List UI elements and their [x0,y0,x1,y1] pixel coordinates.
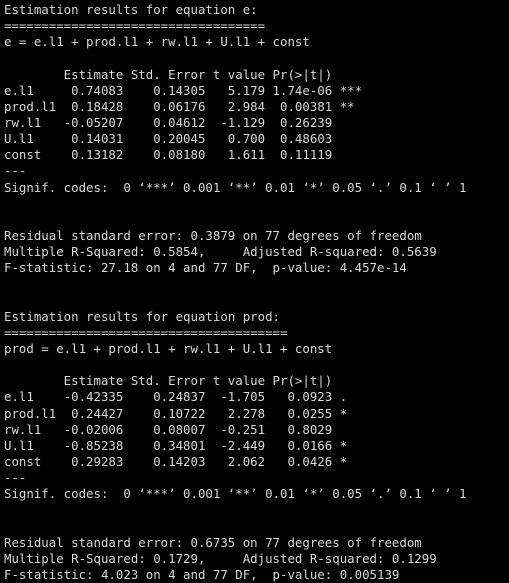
console-line-formula-prod: prod = e.l1 + prod.l1 + rw.l1 + U.l1 + c… [4,340,333,356]
console-line-blank [4,50,509,66]
console-line-blank [4,519,509,535]
table-row-prod-u-l1: U.l1 -0.85238 0.34801 -2.449 0.0166 * [4,437,348,453]
signif-codes-prod: Signif. codes: 0 ‘***’ 0.001 ‘**’ 0.01 ‘… [4,486,467,502]
console-line-header-prod: Estimation results for equation prod: [4,308,281,324]
table-row-prod-rw-l1: rw.l1 -0.02006 0.08007 -0.251 0.8029 [4,421,333,437]
console-line-blank [4,502,509,518]
table-row-prod-prod-l1: prod.l1 0.24427 0.10722 2.278 0.0255 * [4,405,348,421]
table-row-e-rw-l1: rw.l1 -0.05207 0.04612 -1.129 0.26239 [4,114,333,130]
console-line-blank [4,357,509,373]
console-line-blank [4,212,509,228]
table-row-prod-e-l1: e.l1 -0.42335 0.24837 -1.705 0.0923 . [4,389,348,405]
console-line-separator: --- [4,470,27,486]
console-line-divider-prod: ====================================== [4,324,288,340]
console-line-blank [4,293,509,309]
table-header-e: Estimate Std. Error t value Pr(>|t|) [4,66,333,82]
console-line-blank [4,196,509,212]
table-row-e-u-l1: U.l1 0.14031 0.20045 0.700 0.48603 [4,131,333,147]
residual-std-error-e: Residual standard error: 0.3879 on 77 de… [4,227,422,243]
signif-codes-e: Signif. codes: 0 ‘***’ 0.001 ‘**’ 0.01 ‘… [4,179,467,195]
residual-std-error-prod: Residual standard error: 0.6735 on 77 de… [4,534,422,550]
r-squared-prod: Multiple R-Squared: 0.1729, Adjusted R-s… [4,550,437,566]
console-line-divider-e: =================================== [4,18,266,34]
r-squared-e: Multiple R-Squared: 0.5854, Adjusted R-s… [4,244,437,260]
console-output[interactable]: Estimation results for equation e: =====… [0,0,509,583]
table-row-e-e-l1: e.l1 0.74083 0.14305 5.179 1.74e-06 *** [4,82,363,98]
console-line-header-e: Estimation results for equation e: [4,2,258,17]
console-line-separator: --- [4,163,27,179]
table-row-e-const: const 0.13182 0.08180 1.611 0.11119 [4,147,333,163]
table-header-prod: Estimate Std. Error t value Pr(>|t|) [4,373,333,389]
console-line-formula-e: e = e.l1 + prod.l1 + rw.l1 + U.l1 + cons… [4,34,310,50]
console-line-blank [4,276,509,292]
table-row-prod-const: const 0.29283 0.14203 2.062 0.0426 * [4,453,348,469]
table-row-e-prod-l1: prod.l1 0.18428 0.06176 2.984 0.00381 ** [4,98,355,114]
f-statistic-prod: F-statistic: 4.023 on 4 and 77 DF, p-val… [4,566,400,582]
f-statistic-e: F-statistic: 27.18 on 4 and 77 DF, p-val… [4,260,407,276]
